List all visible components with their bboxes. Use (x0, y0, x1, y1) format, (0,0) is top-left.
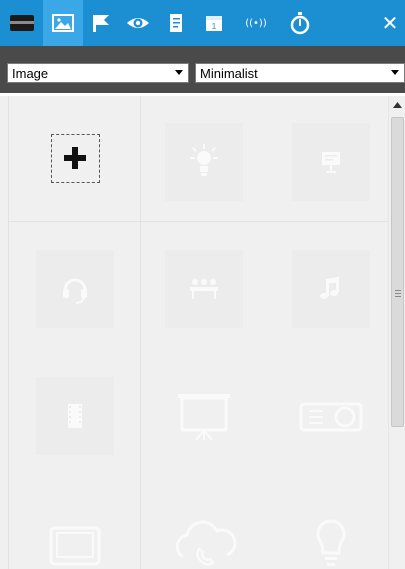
gallery-item[interactable] (36, 377, 114, 455)
thumb-grip (395, 296, 401, 297)
media-library-panel: 1 ((•)) ✕ Image Minimalist (0, 0, 405, 569)
projector-icon (299, 402, 363, 432)
gallery-item[interactable] (36, 504, 114, 569)
light-bulb-outline-icon (316, 519, 346, 566)
scroll-up-arrow-icon (393, 101, 402, 108)
thumb-grip (395, 293, 401, 294)
tab-broadcast[interactable]: ((•)) (236, 0, 276, 46)
tab-flags[interactable] (86, 0, 116, 46)
calendar-icon: 1 (206, 16, 222, 31)
tab-layout[interactable] (2, 0, 42, 46)
grid-divider (8, 221, 388, 222)
music-note-icon (320, 277, 339, 299)
gallery-item[interactable] (292, 250, 370, 328)
projector-screen-icon (178, 394, 230, 441)
image-icon (52, 14, 74, 32)
eye-icon (127, 18, 149, 28)
gallery-item[interactable] (292, 377, 370, 455)
grid-divider (140, 96, 141, 569)
gallery-item[interactable] (165, 123, 243, 201)
top-toolbar: 1 ((•)) ✕ (0, 0, 405, 46)
add-image-box (50, 133, 100, 183)
tab-documents[interactable] (160, 0, 192, 46)
gallery-item[interactable] (165, 504, 243, 569)
audience-chairs-icon (190, 279, 218, 299)
add-image-button[interactable] (36, 119, 114, 197)
presentation-board-icon (322, 152, 340, 173)
layout-icon (10, 15, 34, 31)
category-select-value: Image (12, 65, 49, 81)
gallery-item[interactable] (165, 250, 243, 328)
tab-calendar[interactable]: 1 (198, 0, 230, 46)
style-select-value: Minimalist (200, 65, 258, 81)
chevron-down-icon (391, 70, 399, 75)
gallery-item[interactable] (292, 123, 370, 201)
image-gallery (0, 96, 388, 569)
tablet-icon (49, 526, 101, 566)
tab-preview[interactable] (120, 0, 156, 46)
flag-icon (93, 15, 109, 32)
scroll-up-button[interactable] (389, 96, 405, 113)
stopwatch-icon (290, 12, 310, 35)
vertical-scrollbar[interactable] (388, 96, 405, 569)
cloud-phone-icon (175, 520, 237, 566)
film-strip-icon (68, 404, 82, 428)
gallery-item[interactable] (36, 250, 114, 328)
document-icon (170, 14, 182, 32)
tab-timer[interactable] (284, 0, 316, 46)
close-button[interactable]: ✕ (375, 0, 405, 46)
chevron-down-icon (175, 70, 183, 75)
gallery-item[interactable] (165, 377, 243, 455)
thumb-grip (395, 290, 401, 291)
broadcast-icon: ((•)) (245, 17, 267, 29)
filter-bar: Image Minimalist (0, 46, 405, 96)
scroll-thumb[interactable] (391, 117, 404, 427)
calendar-day: 1 (212, 22, 217, 31)
grid-divider (8, 96, 9, 569)
category-select[interactable]: Image (7, 63, 189, 83)
close-icon: ✕ (381, 11, 399, 35)
tab-images[interactable] (43, 0, 83, 46)
light-bulb-on-icon (190, 144, 218, 176)
gallery-item[interactable] (292, 504, 370, 569)
headset-icon (63, 278, 87, 304)
add-icon (64, 147, 86, 169)
style-select[interactable]: Minimalist (195, 63, 405, 83)
